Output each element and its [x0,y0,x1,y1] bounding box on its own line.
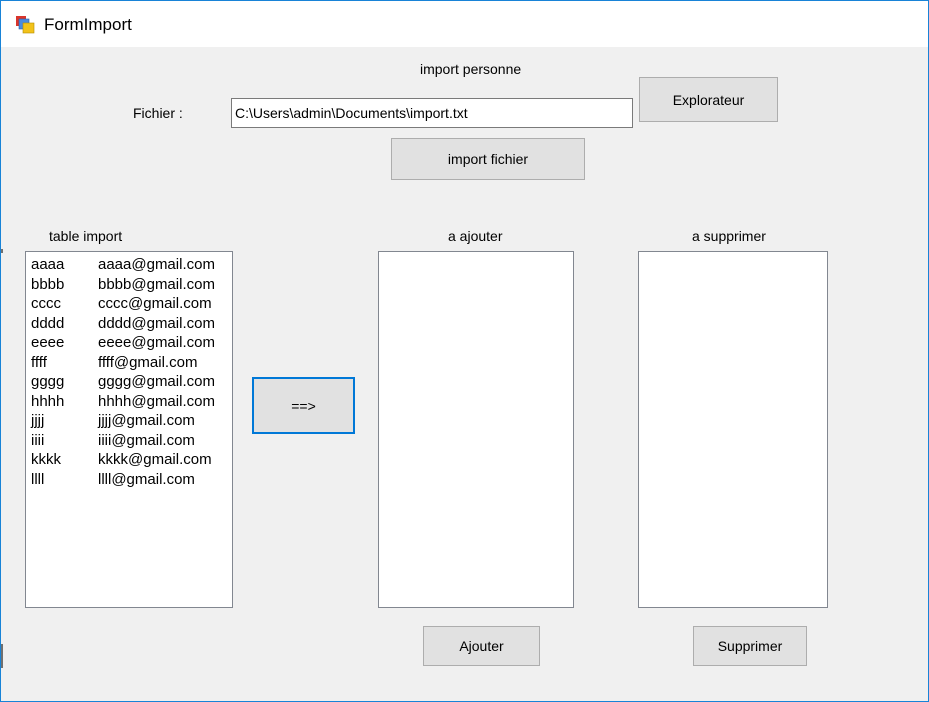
list-item-name: ffff [31,353,47,371]
list-item-email: hhhh@gmail.com [98,392,215,410]
list-item[interactable]: iiii iiii@gmail.com [26,431,232,451]
header-label: import personne [420,61,522,77]
list-item-name: dddd [31,314,65,332]
list-item-email: gggg@gmail.com [98,373,215,390]
title-bar[interactable]: FormImport [1,1,928,47]
list-item-email: jjjj@gmail.com [98,412,195,429]
to-delete-list[interactable] [638,251,828,608]
list-item-name: cccc [31,295,61,312]
list-item[interactable]: aaaa aaaa@gmail.com [26,255,232,275]
list-item-email: bbbb@gmail.com [98,275,215,293]
list-item-name: kkkk [31,451,61,468]
list-item-email: eeee@gmail.com [98,334,215,351]
file-label: Fichier : [133,105,183,121]
table-import-label: table import [49,228,123,244]
list-item-name: eeee [31,334,65,351]
list-item[interactable]: kkkk kkkk@gmail.com [26,450,232,470]
list-item-name: iiii [31,431,45,449]
import-file-button[interactable]: import fichier [391,138,585,180]
browse-button[interactable]: Explorateur [639,77,778,122]
list-item[interactable]: hhhh hhhh@gmail.com [26,392,232,412]
table-import-list[interactable]: aaaa aaaa@gmail.com bbbb bbbb@gmail.com cccc… [25,251,233,608]
list-item-email: llll@gmail.com [98,470,195,488]
to-delete-label: a supprimer [692,228,766,244]
list-item-name: llll [31,470,45,488]
list-item-name: gggg [31,373,65,390]
add-button[interactable]: Ajouter [423,626,540,666]
list-item[interactable]: cccc cccc@gmail.com [26,294,232,314]
list-item[interactable]: dddd dddd@gmail.com [26,314,232,334]
list-item[interactable]: gggg gggg@gmail.com [26,372,232,392]
list-item-email: dddd@gmail.com [98,314,215,332]
list-item[interactable]: ffff ffff@gmail.com [26,353,232,373]
list-item-email: cccc@gmail.com [98,295,212,312]
window-title: FormImport [44,15,132,34]
to-add-label: a ajouter [448,228,503,244]
list-item-email: ffff@gmail.com [98,353,198,371]
delete-button[interactable]: Supprimer [693,626,807,666]
list-item[interactable]: llll llll@gmail.com [26,470,232,490]
transfer-button[interactable]: ==> [252,377,355,434]
to-add-list[interactable] [378,251,574,608]
list-item-email: kkkk@gmail.com [98,451,212,468]
winforms-app-icon [16,16,35,34]
list-item-email: iiii@gmail.com [98,431,195,449]
list-item[interactable]: jjjj jjjj@gmail.com [26,411,232,431]
list-item[interactable]: eeee eeee@gmail.com [26,333,232,353]
list-item-name: bbbb [31,275,65,293]
left-edge-mark [1,644,3,668]
form-import-window: FormImport import personne Fichier : C:\… [0,0,929,702]
list-item-name: jjjj [31,412,45,429]
file-path-input[interactable]: C:\Users\admin\Documents\import.txt [231,98,633,128]
list-item-name: aaaa [31,256,65,273]
list-item-email: aaaa@gmail.com [98,256,215,273]
list-item-name: hhhh [31,392,65,410]
list-item[interactable]: bbbb bbbb@gmail.com [26,275,232,295]
left-edge-mark [1,249,3,253]
